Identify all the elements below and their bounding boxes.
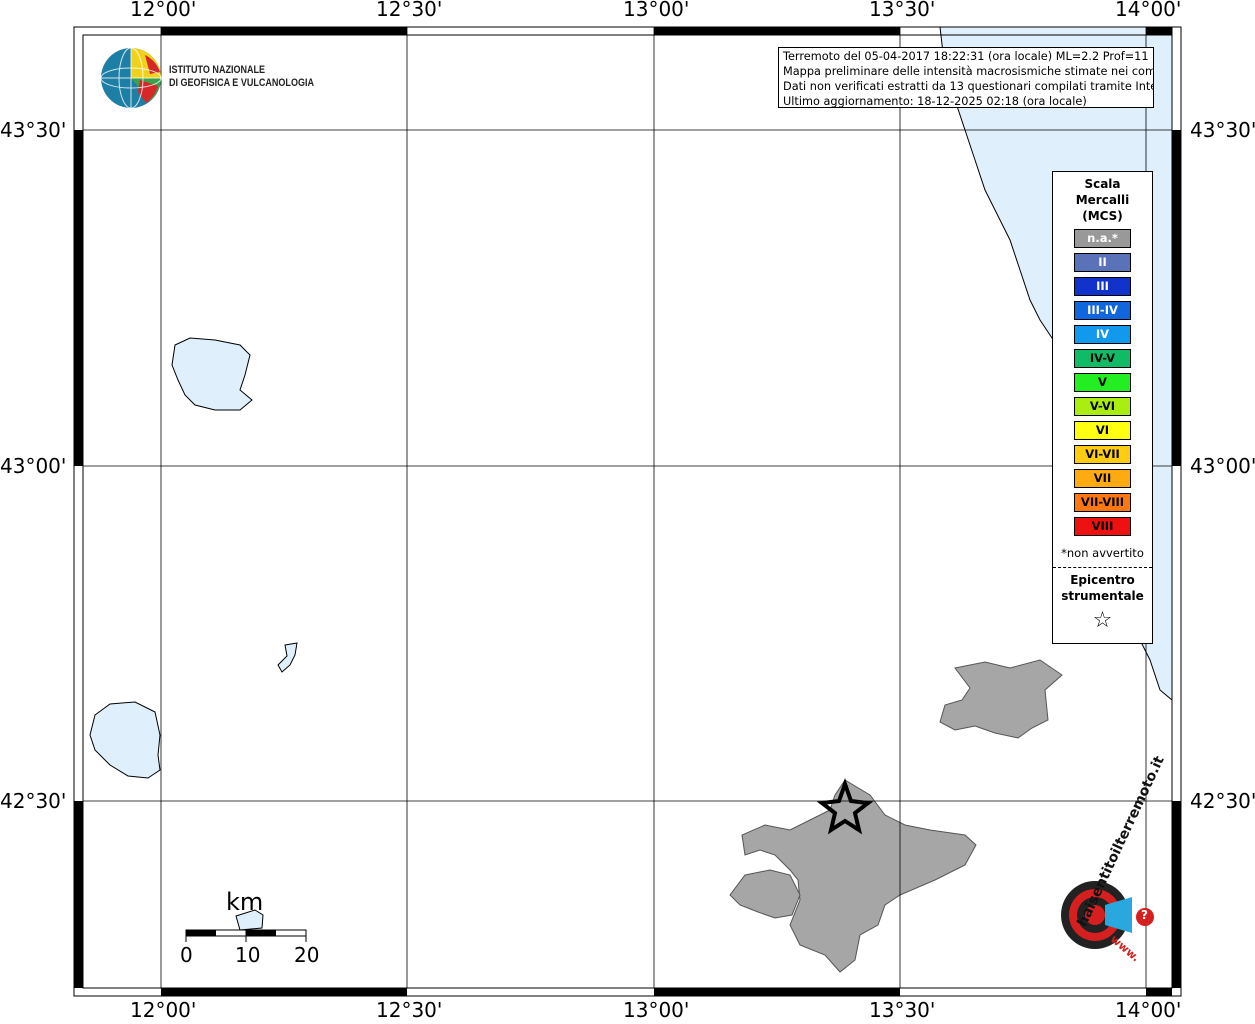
legend-title-line-3: (MCS) [1082,209,1123,223]
scale-bar-graphic [185,929,307,942]
badge-question-icon: ? [1141,908,1148,922]
lon-tick-top-5: 14°00' [1115,0,1182,21]
legend-item-vii-viii: VII-VIII [1074,493,1131,512]
lake-corbara [277,642,298,673]
info-line-3: Dati non verificati estratti da 13 quest… [783,80,1154,93]
legend-title-line-1: Scala [1084,177,1121,191]
scale-label-0: 0 [180,943,193,967]
legend-item-iv-v: IV-V [1074,349,1131,368]
institute-line-2: DI GEOFISICA E VULCANOLOGIA [169,77,314,89]
legend-epicenter-line-2: strumentale [1061,589,1144,603]
lon-tick-bottom-3: 13°00' [623,998,690,1022]
legend-title-line-2: Mercalli [1075,193,1130,207]
lon-tick-bottom-1: 12°00' [130,998,197,1022]
institute-line-1: ISTITUTO NAZIONALE [169,64,266,76]
lon-tick-top-3: 13°00' [623,0,690,21]
intensity-legend: Scala Mercalli (MCS) n.a.* II III III-IV IV I… [1052,171,1153,644]
institute-name: ISTITUTO NAZIONALE DI GEOFISICA E VULCAN… [169,64,314,90]
legend-epicenter-line-1: Epicentro [1070,573,1135,587]
lon-tick-bottom-2: 12°30' [376,998,443,1022]
event-info-box: Terremoto del 05-04-2017 18:22:31 (ora l… [778,47,1154,108]
legend-item-v-vi: V-VI [1074,397,1131,416]
legend-item-v: V [1074,373,1131,392]
legend-star-icon: ☆ [1092,608,1113,633]
lake-bolsena [89,701,161,779]
info-line-2: Mappa preliminare delle intensità macros… [783,65,1154,78]
lat-tick-left-2: 43°00' [0,454,67,478]
legend-item-vii: VII [1074,469,1131,488]
lon-tick-top-1: 12°00' [130,0,197,21]
scale-label-20: 20 [294,943,320,967]
lat-tick-right-2: 43°00' [1190,454,1255,478]
legend-item-viii: VIII [1074,517,1131,536]
ingv-globe-icon [100,47,162,109]
lon-tick-bottom-5: 14°00' [1115,998,1182,1022]
legend-item-iv: IV [1074,325,1131,344]
legend-footnote: *non avvertito [1061,546,1144,560]
lon-tick-bottom-4: 13°30' [869,998,936,1022]
legend-item-vi: VI [1074,421,1131,440]
commune-area-northeast [939,659,1063,739]
info-line-1: Terremoto del 05-04-2017 18:22:31 (ora l… [783,50,1154,63]
lat-tick-right-3: 42°30' [1190,789,1255,813]
info-line-4: Ultimo aggiornamento: 18-12-2025 02:18 (… [783,95,1087,108]
legend-item-iii: III [1074,277,1131,296]
lat-tick-left-3: 42°30' [0,789,67,813]
lat-tick-left-1: 43°30' [0,118,67,142]
lake-trasimeno [171,337,253,411]
commune-area-west [729,869,801,919]
scale-bar-unit: km [226,888,264,916]
lat-tick-right-1: 43°30' [1190,118,1255,142]
legend-item-ii: II [1074,253,1131,272]
legend-item-iii-iv: III-IV [1074,301,1131,320]
legend-item-n-a: n.a.* [1074,229,1131,248]
legend-item-vi-vii: VI-VII [1074,445,1131,464]
scale-label-10: 10 [235,943,261,967]
lon-tick-top-2: 12°30' [376,0,443,21]
lon-tick-top-4: 13°30' [869,0,936,21]
legend-divider [1053,567,1152,568]
